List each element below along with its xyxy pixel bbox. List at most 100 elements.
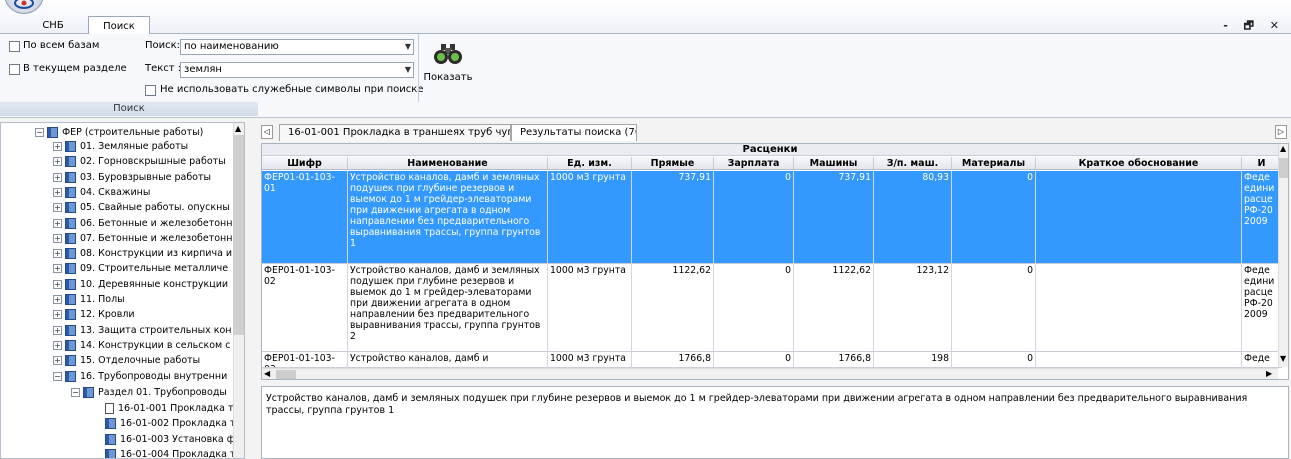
tree-item[interactable]: +09. Строительные металличе: [53, 262, 228, 275]
expand-icon[interactable]: +: [53, 218, 62, 228]
no-special-chars-checkbox[interactable]: [145, 85, 156, 96]
tree-leaf[interactable]: 16-01-002 Прокладка т: [105, 417, 235, 430]
collapse-icon[interactable]: −: [35, 128, 44, 137]
table-cell[interactable]: [1036, 352, 1242, 368]
search-text-input[interactable]: землян ▼: [180, 62, 414, 78]
table-cell[interactable]: 0: [714, 264, 794, 352]
column-header[interactable]: Машины: [794, 157, 874, 170]
table-cell[interactable]: [1036, 171, 1242, 264]
tab-scroll-left-icon[interactable]: ◁: [261, 125, 273, 139]
column-header[interactable]: Краткое обоснование: [1036, 157, 1242, 170]
column-header[interactable]: И: [1242, 157, 1282, 170]
table-cell[interactable]: 0: [952, 171, 1036, 264]
column-header[interactable]: Прямые: [632, 157, 714, 170]
table-cell[interactable]: 198: [874, 352, 952, 368]
column-header[interactable]: Шифр: [262, 157, 348, 170]
table-cell[interactable]: ФЕР01-01-103-03: [262, 352, 348, 368]
current-section-checkbox[interactable]: [9, 64, 20, 75]
table-cell[interactable]: Устройство каналов, дамб и земляных поду…: [348, 264, 548, 352]
column-header[interactable]: Ед. изм.: [548, 157, 632, 170]
table-cell[interactable]: Феде едини расце РФ-20 2009: [1242, 264, 1282, 352]
scroll-down-icon[interactable]: ▼: [1280, 354, 1286, 363]
results-grid[interactable]: Расценки Шифр Наименование Ед. изм. Прямые З…: [261, 143, 1289, 380]
table-cell[interactable]: 0: [952, 352, 1036, 368]
tree-item[interactable]: +15. Отделочные работы: [53, 354, 200, 367]
table-cell[interactable]: 737,91: [794, 171, 874, 264]
table-cell[interactable]: 80,93: [874, 171, 952, 264]
table-cell[interactable]: 1122,62: [632, 264, 714, 352]
table-cell[interactable]: Устройство каналов, дамб и земляных поду…: [348, 171, 548, 264]
expand-icon[interactable]: +: [53, 203, 62, 213]
tree-item[interactable]: +07. Бетонные и железобетонн: [53, 232, 232, 245]
tab-search-results[interactable]: Результаты поиска (70): [511, 124, 637, 141]
tree-subsection[interactable]: − Раздел 01. Трубопроводы: [71, 386, 227, 399]
expand-icon[interactable]: +: [53, 295, 62, 304]
tree-item[interactable]: +12. Кровли: [53, 308, 135, 321]
column-header[interactable]: З/п. маш.: [874, 157, 952, 170]
tree-item[interactable]: +14. Конструкции в сельском с: [53, 339, 230, 352]
expand-icon[interactable]: +: [53, 310, 62, 320]
table-cell[interactable]: 0: [952, 264, 1036, 352]
chevron-down-icon[interactable]: ▼: [405, 63, 411, 77]
grid-hscroll-thumb[interactable]: [276, 370, 296, 379]
tree-item[interactable]: +05. Свайные работы. опускны: [53, 201, 230, 214]
section-tree[interactable]: − ФЕР (строительные работы) +01. Земляны…: [0, 122, 245, 459]
expand-icon[interactable]: +: [53, 249, 62, 259]
tree-leaf[interactable]: 16-01-001 Прокладка т: [105, 402, 233, 415]
tab-scroll-right-icon[interactable]: ▷: [1275, 125, 1287, 139]
expand-icon[interactable]: +: [53, 356, 62, 366]
table-cell[interactable]: ФЕР01-01-103-02: [262, 264, 348, 352]
tree-item[interactable]: +10. Деревянные конструкции: [53, 278, 228, 291]
table-cell[interactable]: ФЕР01-01-103-01: [262, 171, 348, 264]
table-cell[interactable]: 0: [714, 352, 794, 368]
expand-icon[interactable]: +: [53, 172, 62, 182]
expand-icon[interactable]: +: [53, 340, 62, 350]
table-cell[interactable]: 123,12: [874, 264, 952, 352]
scroll-left-icon[interactable]: ◀: [264, 369, 270, 378]
scroll-up-icon[interactable]: ▲: [1280, 144, 1286, 153]
collapse-icon[interactable]: −: [71, 388, 80, 397]
tree-scroll-thumb[interactable]: [233, 135, 244, 335]
tab-16-01-001[interactable]: 16-01-001 Прокладка в траншеях труб чугу…: [279, 124, 511, 141]
expand-icon[interactable]: +: [53, 142, 62, 151]
all-bases-checkbox[interactable]: [9, 41, 20, 52]
tree-item[interactable]: +06. Бетонные и железобетонн: [53, 217, 232, 230]
expand-icon[interactable]: +: [53, 325, 62, 335]
grid-vertical-scrollbar[interactable]: ▲ ▼: [1278, 144, 1288, 367]
column-header[interactable]: Наименование: [348, 157, 548, 170]
expand-icon[interactable]: +: [53, 264, 62, 274]
tree-item[interactable]: − 16. Трубопроводы внутренни: [53, 370, 227, 383]
tree-item[interactable]: +03. Буровзрывные работы: [53, 171, 211, 184]
app-menu-button[interactable]: [4, 0, 44, 14]
tree-item[interactable]: +01. Земляные работы: [53, 140, 188, 153]
chevron-down-icon[interactable]: ▼: [405, 40, 411, 54]
expand-icon[interactable]: +: [53, 279, 62, 289]
column-header[interactable]: Материалы: [952, 157, 1036, 170]
expand-icon[interactable]: +: [53, 157, 62, 167]
tree-item[interactable]: +13. Защита строительных кон: [53, 324, 231, 337]
grid-scroll-thumb[interactable]: [1279, 158, 1288, 178]
tree-root[interactable]: − ФЕР (строительные работы): [35, 126, 203, 139]
table-cell[interactable]: 1766,8: [632, 352, 714, 368]
table-cell[interactable]: 0: [714, 171, 794, 264]
table-cell[interactable]: 1000 м3 грунта: [548, 352, 632, 368]
scroll-up-icon[interactable]: ▲: [235, 124, 241, 133]
table-cell[interactable]: 1000 м3 грунта: [548, 264, 632, 352]
tab-search[interactable]: Поиск: [88, 16, 150, 35]
search-mode-select[interactable]: по наименованию ▼: [180, 39, 414, 55]
tree-leaf[interactable]: 16-01-003 Установка ф: [105, 433, 235, 446]
table-cell[interactable]: [1036, 264, 1242, 352]
tree-leaf[interactable]: 16-01-004 Прокладка т: [105, 448, 235, 458]
tree-item[interactable]: +02. Горновскрышные работы: [53, 155, 226, 168]
tree-item[interactable]: +11. Полы: [53, 293, 125, 306]
expand-icon[interactable]: +: [53, 187, 62, 197]
table-cell[interactable]: 1000 м3 грунта: [548, 171, 632, 264]
table-cell[interactable]: 1766,8: [794, 352, 874, 368]
table-cell[interactable]: Феде: [1242, 352, 1282, 368]
column-header[interactable]: Зарплата: [714, 157, 794, 170]
grid-horizontal-scrollbar[interactable]: ◀ ▶: [262, 368, 1278, 379]
table-cell[interactable]: 737,91: [632, 171, 714, 264]
table-cell[interactable]: Феде едини расце РФ-20 2009: [1242, 171, 1282, 264]
collapse-icon[interactable]: −: [53, 371, 62, 381]
tree-item[interactable]: +08. Конструкции из кирпича и: [53, 247, 232, 260]
